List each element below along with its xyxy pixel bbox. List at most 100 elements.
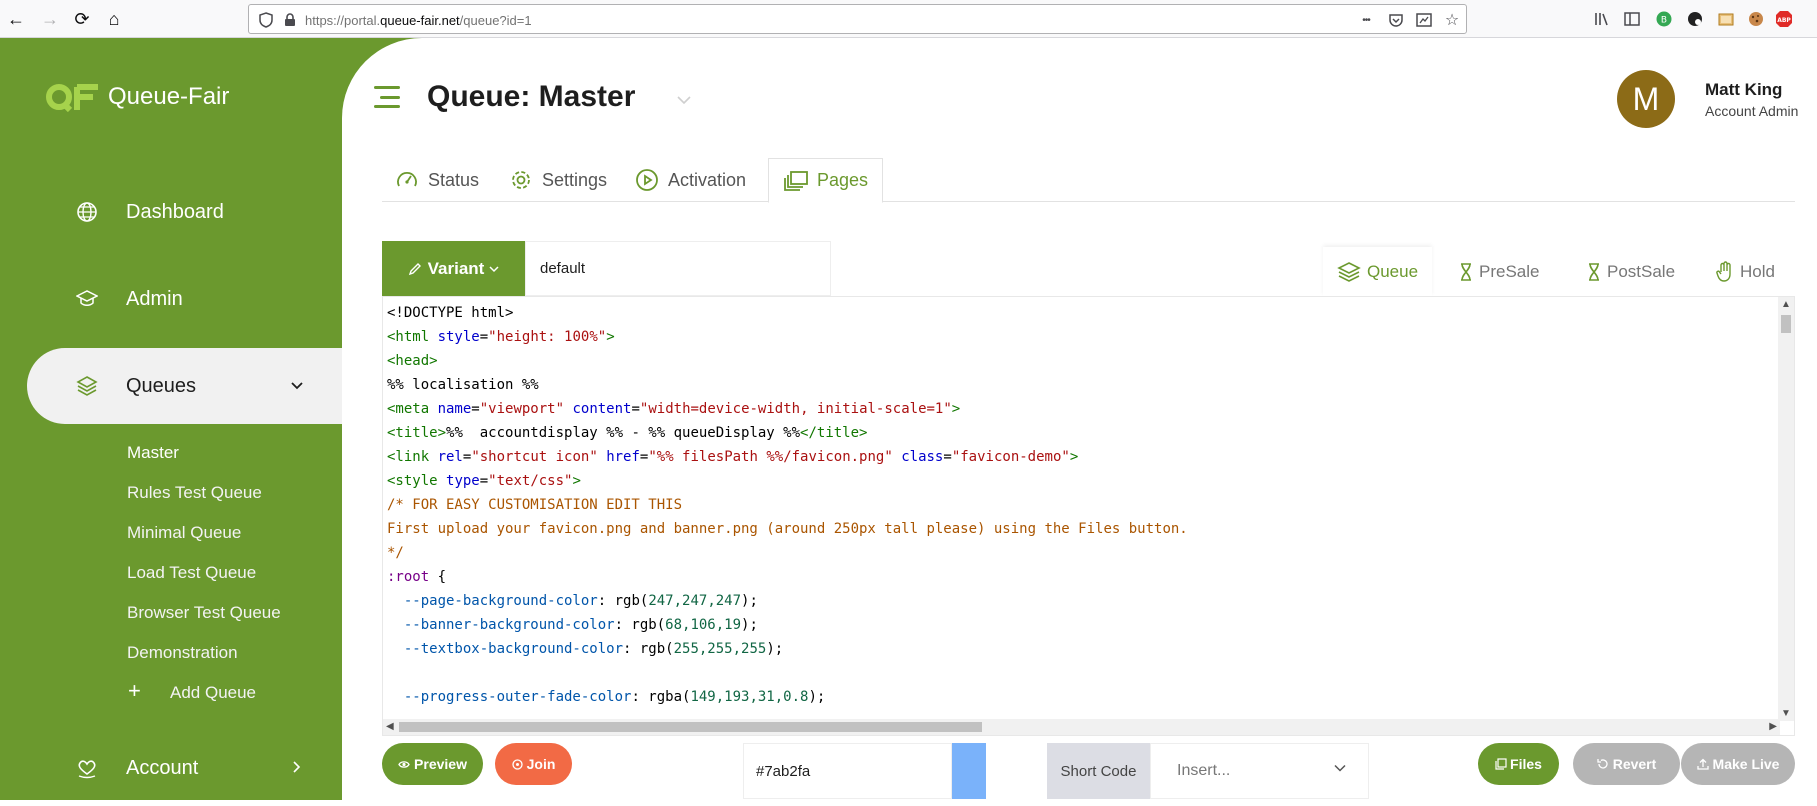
tab-label: Activation <box>668 169 747 190</box>
sidebar-item-label: Admin <box>126 287 183 310</box>
scroll-left-arrow-icon[interactable]: ◀ <box>386 721 394 732</box>
join-label: Join <box>526 756 556 772</box>
revert-button[interactable]: Revert <box>1573 743 1680 785</box>
menu-toggle-icon[interactable] <box>374 86 400 108</box>
adblock-plus-icon[interactable]: ABP <box>1774 9 1794 29</box>
extension-image-icon[interactable] <box>1716 9 1736 29</box>
sidebar-item-queues[interactable]: Queues <box>27 348 342 424</box>
tab-label: Status <box>428 169 480 190</box>
user-name[interactable]: Matt King <box>1705 80 1782 100</box>
sidebar-toggle-icon[interactable] <box>1622 9 1642 29</box>
lock-icon[interactable] <box>281 11 299 29</box>
variant-name-input[interactable]: default <box>525 241 831 296</box>
sidebar-item-admin[interactable]: Admin <box>0 261 342 337</box>
join-button[interactable]: Join <box>495 743 572 785</box>
vertical-scroll-thumb[interactable] <box>1781 315 1791 333</box>
add-queue-link[interactable]: Add Queue <box>170 683 256 703</box>
tab-settings[interactable]: Settings <box>508 158 607 202</box>
tab-label: Pages <box>817 170 869 190</box>
sidebar-item-label: Queues <box>126 374 197 397</box>
shield-icon[interactable] <box>257 11 275 29</box>
plus-icon[interactable]: + <box>128 678 141 704</box>
color-swatch[interactable] <box>952 743 986 799</box>
address-bar[interactable]: https://portal.queue-fair.net/queue?id=1… <box>248 4 1467 34</box>
sidebar-item-dashboard[interactable]: Dashboard <box>0 174 342 250</box>
sidebar-queue-master[interactable]: Master <box>127 443 179 463</box>
sidebar-queue-browser-test[interactable]: Browser Test Queue <box>127 603 281 623</box>
scroll-right-arrow-icon[interactable]: ▶ <box>1769 721 1777 732</box>
code-line: %% localisation %% <box>387 377 539 393</box>
browser-toolbar: ← → ⟳ ⌂ https://portal.queue-fair.net/qu… <box>0 0 1817 38</box>
chevron-right-icon <box>292 760 302 777</box>
reload-icon[interactable]: ⟳ <box>68 5 96 33</box>
horizontal-scrollbar[interactable]: ◀ ▶ <box>383 719 1780 735</box>
page-tab-queue[interactable]: Queue <box>1323 247 1433 296</box>
extension-green-icon[interactable]: B <box>1654 9 1674 29</box>
brand-logo[interactable]: Queue-Fair <box>46 82 229 112</box>
preview-button[interactable]: Preview <box>382 743 483 785</box>
chevron-down-icon <box>489 265 499 272</box>
page-tab-label: Hold <box>1740 261 1775 281</box>
more-actions-icon[interactable]: ••• <box>1357 11 1375 29</box>
pocket-icon[interactable] <box>1387 11 1405 29</box>
forward-arrow-icon[interactable]: → <box>36 5 64 33</box>
short-code-select[interactable]: Insert... <box>1150 743 1369 799</box>
files-button[interactable]: Files <box>1478 743 1559 785</box>
graduation-cap-icon <box>76 288 98 310</box>
sidebar: Queue-Fair Dashboard Admin Queues Master… <box>0 38 342 800</box>
make-live-button[interactable]: Make Live <box>1681 743 1795 785</box>
code-editor[interactable]: <!DOCTYPE html> <html style="height: 100… <box>382 296 1795 736</box>
page-tab-hold[interactable]: Hold <box>1716 247 1775 296</box>
page-tab-presale[interactable]: PreSale <box>1459 247 1539 296</box>
sidebar-item-account[interactable]: Account <box>0 730 342 806</box>
code-line: <!DOCTYPE html> <box>387 305 514 321</box>
page-title: Queue: Master <box>427 80 636 113</box>
variant-label: Variant <box>427 258 485 278</box>
sidebar-queue-rules-test[interactable]: Rules Test Queue <box>127 483 262 503</box>
hourglass-icon <box>1589 262 1599 281</box>
layers-icon <box>1337 261 1361 282</box>
hand-icon <box>1716 260 1731 282</box>
sidebar-queue-minimal[interactable]: Minimal Queue <box>127 523 241 543</box>
url-text: https://portal.queue-fair.net/queue?id=1 <box>305 13 532 28</box>
queue-fair-logo-icon <box>46 84 98 112</box>
avatar[interactable]: M <box>1617 70 1675 128</box>
code-line: <style type="text/css"> <box>387 473 581 489</box>
page-tab-postsale[interactable]: PostSale <box>1587 247 1675 296</box>
color-hex-input[interactable]: #7ab2fa <box>743 743 952 799</box>
extension-incognito-icon[interactable] <box>1685 9 1705 29</box>
short-code-label: Short Code <box>1047 743 1150 799</box>
join-circle-icon <box>511 758 523 770</box>
tab-pages[interactable]: Pages <box>768 158 884 203</box>
upload-icon <box>1696 758 1709 770</box>
horizontal-scroll-thumb[interactable] <box>399 722 982 732</box>
scroll-down-arrow-icon[interactable]: ▼ <box>1781 708 1791 719</box>
revert-label: Revert <box>1612 756 1657 772</box>
scroll-up-arrow-icon[interactable]: ▲ <box>1781 299 1791 310</box>
variant-dropdown-button[interactable]: Variant <box>382 241 525 296</box>
code-line: <title>%% accountdisplay %% - %% queueDi… <box>387 425 868 441</box>
tab-status[interactable]: Status <box>394 158 479 202</box>
svg-text:B: B <box>1661 16 1667 26</box>
back-arrow-icon[interactable]: ← <box>2 5 30 33</box>
brand-name: Queue-Fair <box>108 83 230 110</box>
home-icon[interactable]: ⌂ <box>100 5 128 33</box>
bookmark-star-icon[interactable]: ☆ <box>1443 11 1461 29</box>
code-line: /* FOR EASY CUSTOMISATION EDIT THIS <box>387 497 683 513</box>
preview-label: Preview <box>414 756 467 772</box>
tab-activation[interactable]: Activation <box>634 158 746 202</box>
code-line: <link rel="shortcut icon" href="%% files… <box>387 449 1079 465</box>
sidebar-queue-demonstration[interactable]: Demonstration <box>127 643 238 663</box>
hourglass-icon <box>1461 262 1471 281</box>
gear-icon <box>508 167 534 193</box>
vertical-scrollbar[interactable]: ▲ ▼ <box>1778 297 1794 721</box>
queue-switch-chevron-icon[interactable] <box>676 92 692 108</box>
code-line: <html style="height: 100%"> <box>387 329 615 345</box>
sidebar-queue-load-test[interactable]: Load Test Queue <box>127 563 256 583</box>
eye-icon <box>398 760 410 768</box>
library-icon[interactable] <box>1592 9 1612 29</box>
revert-clock-icon <box>1597 759 1608 769</box>
extension-cookie-icon[interactable] <box>1746 9 1766 29</box>
screenshot-icon[interactable] <box>1415 11 1433 29</box>
code-line: --progress-outer-fade-color: rgba(149,19… <box>403 689 826 705</box>
